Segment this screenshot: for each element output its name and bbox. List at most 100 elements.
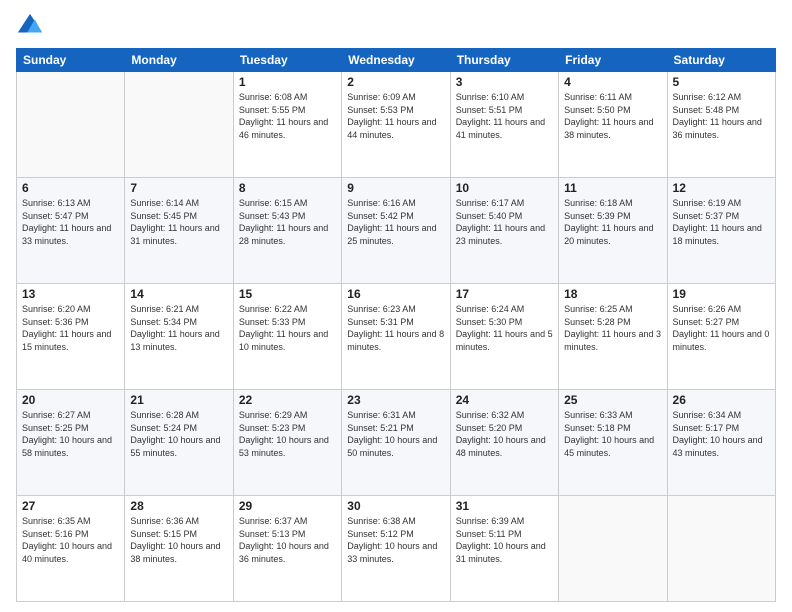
logo-icon: [16, 12, 44, 40]
calendar-cell: [17, 72, 125, 178]
calendar-header: SundayMondayTuesdayWednesdayThursdayFrid…: [17, 49, 776, 72]
day-number: 2: [347, 75, 444, 89]
day-info: Sunrise: 6:16 AM Sunset: 5:42 PM Dayligh…: [347, 197, 444, 247]
day-info: Sunrise: 6:37 AM Sunset: 5:13 PM Dayligh…: [239, 515, 336, 565]
day-info: Sunrise: 6:14 AM Sunset: 5:45 PM Dayligh…: [130, 197, 227, 247]
day-number: 30: [347, 499, 444, 513]
day-info: Sunrise: 6:34 AM Sunset: 5:17 PM Dayligh…: [673, 409, 770, 459]
day-info: Sunrise: 6:31 AM Sunset: 5:21 PM Dayligh…: [347, 409, 444, 459]
calendar-cell: 6 Sunrise: 6:13 AM Sunset: 5:47 PM Daylig…: [17, 178, 125, 284]
day-info: Sunrise: 6:35 AM Sunset: 5:16 PM Dayligh…: [22, 515, 119, 565]
logo: [16, 12, 48, 40]
calendar-cell: 2 Sunrise: 6:09 AM Sunset: 5:53 PM Daylig…: [342, 72, 450, 178]
calendar-cell: 22 Sunrise: 6:29 AM Sunset: 5:23 PM Dayli…: [233, 390, 341, 496]
calendar-cell: 19 Sunrise: 6:26 AM Sunset: 5:27 PM Dayli…: [667, 284, 775, 390]
day-number: 10: [456, 181, 553, 195]
calendar-cell: 21 Sunrise: 6:28 AM Sunset: 5:24 PM Dayli…: [125, 390, 233, 496]
day-info: Sunrise: 6:21 AM Sunset: 5:34 PM Dayligh…: [130, 303, 227, 353]
day-info: Sunrise: 6:11 AM Sunset: 5:50 PM Dayligh…: [564, 91, 661, 141]
week-row-2: 6 Sunrise: 6:13 AM Sunset: 5:47 PM Daylig…: [17, 178, 776, 284]
day-number: 22: [239, 393, 336, 407]
day-number: 24: [456, 393, 553, 407]
calendar-cell: 17 Sunrise: 6:24 AM Sunset: 5:30 PM Dayli…: [450, 284, 558, 390]
weekday-header-saturday: Saturday: [667, 49, 775, 72]
day-number: 17: [456, 287, 553, 301]
calendar-cell: 13Sunrise: 6:20 AM Sunset: 5:36 PM Dayli…: [17, 284, 125, 390]
calendar-cell: 28 Sunrise: 6:36 AM Sunset: 5:15 PM Dayli…: [125, 496, 233, 602]
day-number: 20: [22, 393, 119, 407]
calendar-cell: 9 Sunrise: 6:16 AM Sunset: 5:42 PM Daylig…: [342, 178, 450, 284]
day-number: 28: [130, 499, 227, 513]
calendar-cell: 20 Sunrise: 6:27 AM Sunset: 5:25 PM Dayli…: [17, 390, 125, 496]
day-info: Sunrise: 6:22 AM Sunset: 5:33 PM Dayligh…: [239, 303, 336, 353]
calendar-cell: 14Sunrise: 6:21 AM Sunset: 5:34 PM Dayli…: [125, 284, 233, 390]
week-row-1: 1 Sunrise: 6:08 AM Sunset: 5:55 PM Daylig…: [17, 72, 776, 178]
weekday-header-wednesday: Wednesday: [342, 49, 450, 72]
calendar-cell: 29Sunrise: 6:37 AM Sunset: 5:13 PM Dayli…: [233, 496, 341, 602]
day-info: Sunrise: 6:26 AM Sunset: 5:27 PM Dayligh…: [673, 303, 770, 353]
day-number: 15: [239, 287, 336, 301]
day-info: Sunrise: 6:38 AM Sunset: 5:12 PM Dayligh…: [347, 515, 444, 565]
weekday-header-tuesday: Tuesday: [233, 49, 341, 72]
day-number: 7: [130, 181, 227, 195]
calendar-cell: 31 Sunrise: 6:39 AM Sunset: 5:11 PM Dayli…: [450, 496, 558, 602]
day-info: Sunrise: 6:10 AM Sunset: 5:51 PM Dayligh…: [456, 91, 553, 141]
calendar-cell: 11 Sunrise: 6:18 AM Sunset: 5:39 PM Dayli…: [559, 178, 667, 284]
day-number: 3: [456, 75, 553, 89]
calendar-cell: 16Sunrise: 6:23 AM Sunset: 5:31 PM Dayli…: [342, 284, 450, 390]
day-info: Sunrise: 6:17 AM Sunset: 5:40 PM Dayligh…: [456, 197, 553, 247]
calendar-cell: 5 Sunrise: 6:12 AM Sunset: 5:48 PM Daylig…: [667, 72, 775, 178]
week-row-3: 13Sunrise: 6:20 AM Sunset: 5:36 PM Dayli…: [17, 284, 776, 390]
weekday-header-friday: Friday: [559, 49, 667, 72]
day-number: 21: [130, 393, 227, 407]
day-info: Sunrise: 6:29 AM Sunset: 5:23 PM Dayligh…: [239, 409, 336, 459]
day-number: 6: [22, 181, 119, 195]
day-number: 5: [673, 75, 770, 89]
day-info: Sunrise: 6:15 AM Sunset: 5:43 PM Dayligh…: [239, 197, 336, 247]
calendar-cell: [125, 72, 233, 178]
day-number: 8: [239, 181, 336, 195]
weekday-header-thursday: Thursday: [450, 49, 558, 72]
day-info: Sunrise: 6:19 AM Sunset: 5:37 PM Dayligh…: [673, 197, 770, 247]
day-number: 9: [347, 181, 444, 195]
day-info: Sunrise: 6:28 AM Sunset: 5:24 PM Dayligh…: [130, 409, 227, 459]
calendar-cell: 8 Sunrise: 6:15 AM Sunset: 5:43 PM Daylig…: [233, 178, 341, 284]
day-info: Sunrise: 6:39 AM Sunset: 5:11 PM Dayligh…: [456, 515, 553, 565]
day-number: 4: [564, 75, 661, 89]
day-number: 23: [347, 393, 444, 407]
day-number: 11: [564, 181, 661, 195]
day-number: 12: [673, 181, 770, 195]
calendar-cell: 1 Sunrise: 6:08 AM Sunset: 5:55 PM Daylig…: [233, 72, 341, 178]
calendar-cell: 23 Sunrise: 6:31 AM Sunset: 5:21 PM Dayli…: [342, 390, 450, 496]
calendar-cell: 15 Sunrise: 6:22 AM Sunset: 5:33 PM Dayli…: [233, 284, 341, 390]
day-info: Sunrise: 6:36 AM Sunset: 5:15 PM Dayligh…: [130, 515, 227, 565]
day-number: 31: [456, 499, 553, 513]
calendar-cell: 30 Sunrise: 6:38 AM Sunset: 5:12 PM Dayli…: [342, 496, 450, 602]
header: [16, 12, 776, 40]
day-number: 1: [239, 75, 336, 89]
day-info: Sunrise: 6:12 AM Sunset: 5:48 PM Dayligh…: [673, 91, 770, 141]
day-info: Sunrise: 6:08 AM Sunset: 5:55 PM Dayligh…: [239, 91, 336, 141]
weekday-row: SundayMondayTuesdayWednesdayThursdayFrid…: [17, 49, 776, 72]
day-number: 18: [564, 287, 661, 301]
calendar-cell: 4 Sunrise: 6:11 AM Sunset: 5:50 PM Daylig…: [559, 72, 667, 178]
calendar-cell: 3 Sunrise: 6:10 AM Sunset: 5:51 PM Daylig…: [450, 72, 558, 178]
day-number: 26: [673, 393, 770, 407]
calendar-cell: 12 Sunrise: 6:19 AM Sunset: 5:37 PM Dayli…: [667, 178, 775, 284]
calendar: SundayMondayTuesdayWednesdayThursdayFrid…: [16, 48, 776, 602]
week-row-4: 20 Sunrise: 6:27 AM Sunset: 5:25 PM Dayli…: [17, 390, 776, 496]
day-info: Sunrise: 6:27 AM Sunset: 5:25 PM Dayligh…: [22, 409, 119, 459]
day-number: 27: [22, 499, 119, 513]
day-info: Sunrise: 6:13 AM Sunset: 5:47 PM Dayligh…: [22, 197, 119, 247]
calendar-cell: 25Sunrise: 6:33 AM Sunset: 5:18 PM Dayli…: [559, 390, 667, 496]
day-number: 25: [564, 393, 661, 407]
calendar-cell: 24Sunrise: 6:32 AM Sunset: 5:20 PM Dayli…: [450, 390, 558, 496]
weekday-header-sunday: Sunday: [17, 49, 125, 72]
day-info: Sunrise: 6:25 AM Sunset: 5:28 PM Dayligh…: [564, 303, 661, 353]
calendar-cell: 7 Sunrise: 6:14 AM Sunset: 5:45 PM Daylig…: [125, 178, 233, 284]
day-number: 19: [673, 287, 770, 301]
day-info: Sunrise: 6:09 AM Sunset: 5:53 PM Dayligh…: [347, 91, 444, 141]
day-info: Sunrise: 6:24 AM Sunset: 5:30 PM Dayligh…: [456, 303, 553, 353]
calendar-body: 1 Sunrise: 6:08 AM Sunset: 5:55 PM Daylig…: [17, 72, 776, 602]
day-info: Sunrise: 6:18 AM Sunset: 5:39 PM Dayligh…: [564, 197, 661, 247]
